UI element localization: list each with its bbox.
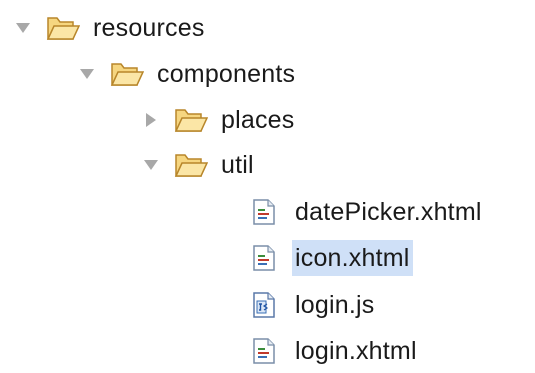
project-tree: resources components places util datePic… (0, 0, 535, 373)
tree-label-components: components (157, 60, 296, 88)
tree-label-places: places (221, 106, 295, 134)
tree-label-resources: resources (93, 14, 205, 42)
tree-label-icon-xhtml: icon.xhtml (292, 240, 413, 276)
tree-label-datepicker-xhtml: datePicker.xhtml (295, 198, 482, 226)
tree-label-util: util (221, 151, 254, 179)
folder-open-icon (174, 105, 208, 135)
expand-arrow-down-icon[interactable] (142, 156, 160, 174)
tree-file-login-xhtml[interactable]: login.xhtml (252, 329, 420, 373)
xhtml-file-icon (252, 198, 276, 226)
xhtml-file-icon (252, 337, 276, 365)
folder-open-icon (46, 13, 80, 43)
tree-node-util[interactable]: util (142, 143, 257, 187)
folder-open-icon (110, 59, 144, 89)
expand-arrow-down-icon[interactable] (14, 19, 32, 37)
tree-label-login-xhtml: login.xhtml (295, 337, 417, 365)
expand-arrow-down-icon[interactable] (78, 65, 96, 83)
tree-node-resources[interactable]: resources (14, 6, 208, 50)
tree-file-login-js[interactable]: login.js (252, 283, 377, 327)
tree-file-icon-xhtml[interactable]: icon.xhtml (252, 236, 413, 280)
tree-node-places[interactable]: places (142, 98, 297, 142)
tree-node-components[interactable]: components (78, 52, 298, 96)
tree-file-datepicker-xhtml[interactable]: datePicker.xhtml (252, 190, 485, 234)
tree-label-login-js: login.js (295, 291, 375, 319)
expand-arrow-right-icon[interactable] (142, 111, 160, 129)
javascript-file-icon (252, 291, 276, 319)
folder-open-icon (174, 150, 208, 180)
xhtml-file-icon (252, 244, 276, 272)
